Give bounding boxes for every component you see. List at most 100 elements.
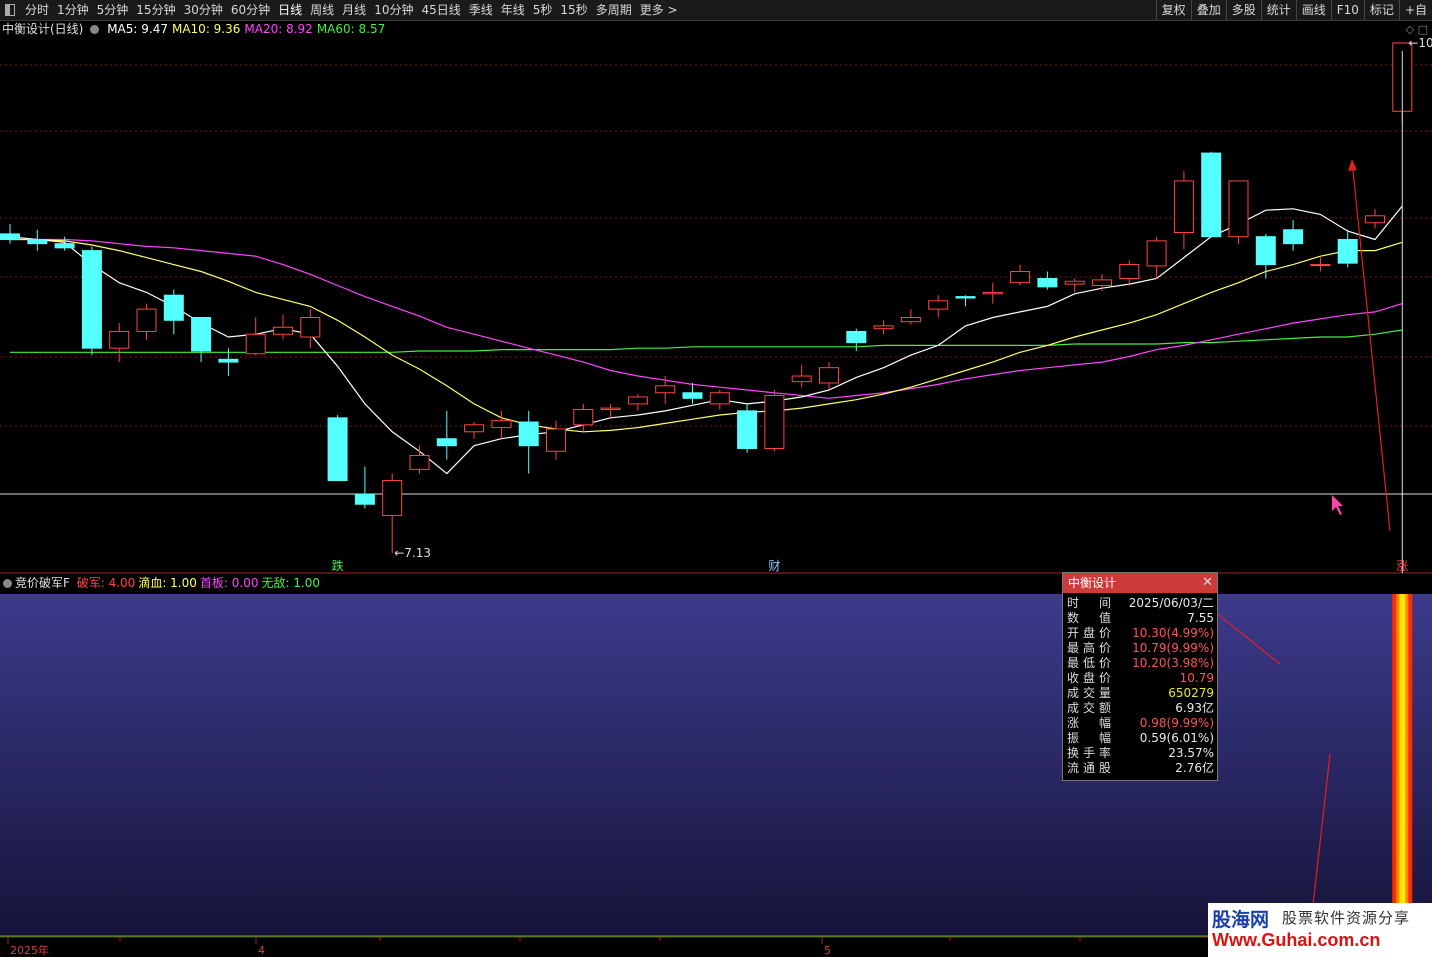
candle xyxy=(1228,180,1249,244)
watermark-slogan: 股票软件资源分享 xyxy=(1282,909,1411,927)
indicator-value-0: 破军: 4.00 xyxy=(76,576,136,590)
period-tab-10[interactable]: 45日线 xyxy=(417,0,464,20)
signal-bar-core xyxy=(1399,594,1406,936)
high-label: ←10.79 xyxy=(1408,36,1432,50)
popup-row-label: 时间 xyxy=(1067,596,1111,610)
candle xyxy=(846,328,867,351)
candle-body xyxy=(1365,215,1385,224)
candle-body xyxy=(1337,238,1358,264)
candle xyxy=(1173,171,1194,250)
popup-row-value: 10.30(4.99%) xyxy=(1132,626,1214,640)
period-tab-6[interactable]: 日线 xyxy=(274,0,306,20)
period-tab-7[interactable]: 周线 xyxy=(306,0,338,20)
candle xyxy=(764,389,785,452)
period-tab-14[interactable]: 15秒 xyxy=(556,0,591,20)
period-tab-8[interactable]: 月线 xyxy=(338,0,370,20)
candle xyxy=(163,289,184,335)
candle xyxy=(1119,260,1140,286)
period-tabs: 分时 1分钟 5分钟 15分钟 30分钟 60分钟 日线 周线 月线 10分钟 45日线 季线 年线 5秒… xyxy=(0,0,682,20)
popup-row-value: 2.76亿 xyxy=(1175,761,1214,775)
candle xyxy=(436,410,457,460)
toolbar-button-4[interactable]: 画线 xyxy=(1295,0,1331,20)
popup-title: 中衡设计 xyxy=(1068,576,1117,590)
candle-body xyxy=(1146,240,1167,267)
popup-row: 换手率 23.57% xyxy=(1063,746,1217,761)
panel-toggle-icon[interactable] xyxy=(5,4,15,16)
indicator-value-3: 无敌: 1.00 xyxy=(261,576,321,590)
candle xyxy=(1010,264,1031,286)
period-tab-5[interactable]: 60分钟 xyxy=(227,0,274,20)
toolbar-button-5[interactable]: F10 xyxy=(1330,0,1364,20)
candle-body xyxy=(900,317,921,323)
toolbar-button-3[interactable]: 统计 xyxy=(1260,0,1296,20)
candle xyxy=(382,473,403,553)
close-icon[interactable]: ✕ xyxy=(1202,573,1213,593)
toolbar-button-1[interactable]: 叠加 xyxy=(1190,0,1226,20)
popup-row: 流通股 2.76亿 xyxy=(1063,761,1217,776)
popup-row-label: 换手率 xyxy=(1067,746,1111,760)
period-tab-11[interactable]: 季线 xyxy=(465,0,497,20)
bar-info-popup[interactable]: 中衡设计 ✕ 时间 2025/06/03/二 数值 7.55 开盘价 10.30(4.99… xyxy=(1062,572,1218,781)
indicator-settings-dot-icon[interactable] xyxy=(3,579,12,588)
candle xyxy=(655,376,676,404)
popup-row-label: 最低价 xyxy=(1067,656,1111,670)
toolbar-button-6[interactable]: 标记 xyxy=(1363,0,1399,20)
candle xyxy=(791,364,812,388)
candle-body xyxy=(409,454,430,470)
period-tab-9[interactable]: 10分钟 xyxy=(370,0,417,20)
toolbar-button-0[interactable]: 复权 xyxy=(1155,0,1191,20)
candle-body xyxy=(1283,229,1304,245)
event-marker-2: 涨 xyxy=(1396,558,1408,573)
popup-row-value: 10.79 xyxy=(1179,671,1214,685)
candle-body xyxy=(1228,180,1249,238)
ma20-line xyxy=(10,238,1403,399)
candle-body xyxy=(1010,271,1031,284)
candle-body xyxy=(382,480,403,516)
toolbar-button-2[interactable]: 多股 xyxy=(1225,0,1261,20)
period-tab-15[interactable]: 多周期 xyxy=(592,0,636,20)
period-tab-0[interactable]: 分时 xyxy=(21,0,53,20)
candle xyxy=(1310,257,1331,272)
popup-rows: 时间 2025/06/03/二 数值 7.55 开盘价 10.30(4.99%) 最高价 10… xyxy=(1063,593,1217,776)
indicator-legend: 竞价破军F 破军: 4.00 滴血: 1.00 首板: 0.00 无敌: 1.00 xyxy=(0,575,323,591)
period-tab-2[interactable]: 5分钟 xyxy=(93,0,133,20)
candle xyxy=(928,295,949,318)
candle-body xyxy=(300,317,321,338)
candle xyxy=(1201,151,1222,238)
period-tab-13[interactable]: 5秒 xyxy=(529,0,557,20)
candle-body xyxy=(354,493,375,505)
popup-row-value: 10.20(3.98%) xyxy=(1132,656,1214,670)
period-toolbar: 分时 1分钟 5分钟 15分钟 30分钟 60分钟 日线 周线 月线 10分钟 45日线 季线 年线 5秒… xyxy=(0,0,1432,21)
candle xyxy=(273,314,293,340)
popup-title-bar[interactable]: 中衡设计 ✕ xyxy=(1063,573,1217,593)
candle xyxy=(1255,233,1276,279)
toolbar-button-7[interactable]: +自 xyxy=(1398,0,1432,20)
low-label: ←7.13 xyxy=(394,546,431,560)
candle-body xyxy=(1173,180,1194,234)
popup-row: 成交量 650279 xyxy=(1063,686,1217,701)
candle-body xyxy=(1255,236,1276,266)
period-tab-12[interactable]: 年线 xyxy=(497,0,529,20)
candle-body xyxy=(546,428,566,452)
candle-body xyxy=(1201,152,1222,238)
watermark-url: Www.Guhai.com.cn xyxy=(1212,930,1381,950)
period-tab-1[interactable]: 1分钟 xyxy=(53,0,93,20)
popup-row-label: 收盘价 xyxy=(1067,671,1111,685)
period-tab-4[interactable]: 30分钟 xyxy=(180,0,227,20)
popup-row: 收盘价 10.79 xyxy=(1063,671,1217,686)
popup-row-value: 2025/06/03/二 xyxy=(1128,596,1214,610)
candle xyxy=(54,236,75,251)
candle-body xyxy=(682,392,703,399)
candle-body xyxy=(109,330,130,349)
candle-body xyxy=(655,385,676,394)
candle-body xyxy=(737,410,758,449)
candle-body xyxy=(27,238,48,245)
period-tab-3[interactable]: 15分钟 xyxy=(132,0,179,20)
period-tab-16[interactable]: 更多 > xyxy=(636,0,682,20)
popup-row-label: 涨幅 xyxy=(1067,716,1111,730)
candle xyxy=(600,403,621,418)
candle xyxy=(709,389,730,410)
candle xyxy=(627,394,648,411)
main-candlestick-chart[interactable]: ←10.79 ←7.13 跌 财 涨 xyxy=(0,21,1432,574)
popup-row-label: 振幅 xyxy=(1067,731,1111,745)
